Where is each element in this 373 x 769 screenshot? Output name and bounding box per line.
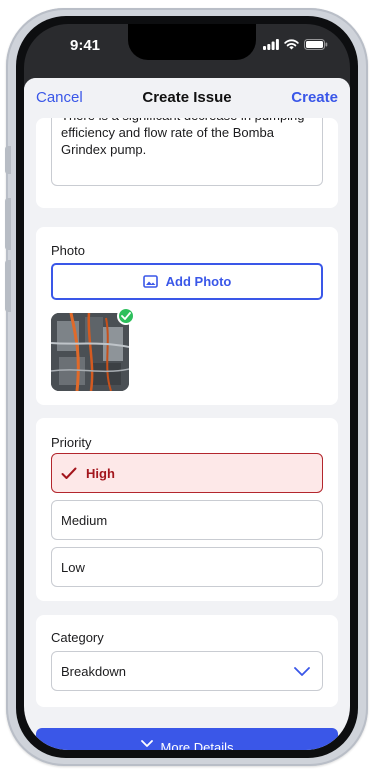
chevron-down-icon xyxy=(294,666,310,676)
mute-switch xyxy=(5,146,11,174)
priority-option-low[interactable]: Low xyxy=(51,547,323,587)
priority-option-label: Low xyxy=(61,559,85,575)
photo-card: Photo Add Photo xyxy=(36,227,338,405)
photo-thumbnail[interactable] xyxy=(51,313,129,391)
image-icon xyxy=(142,275,158,288)
photo-label: Photo xyxy=(51,243,85,258)
pump-photo xyxy=(51,313,129,391)
add-photo-button[interactable]: Add Photo xyxy=(51,263,323,300)
create-button[interactable]: Create xyxy=(291,89,338,106)
priority-option-medium[interactable]: Medium xyxy=(51,500,323,540)
description-text: There is a significant decrease in pumpi… xyxy=(61,118,305,157)
nav-bar: Cancel Create Issue Create xyxy=(24,78,350,118)
add-photo-label: Add Photo xyxy=(165,274,232,289)
more-details-button[interactable]: More Details xyxy=(36,728,338,750)
more-details-label: More Details xyxy=(160,740,234,750)
check-circle-icon xyxy=(117,307,135,325)
volume-up-button xyxy=(5,198,11,250)
priority-option-label: Medium xyxy=(61,512,108,528)
status-bar: 9:41 xyxy=(24,24,350,72)
priority-card: Priority High Medium Low xyxy=(36,418,338,601)
priority-option-label: High xyxy=(86,465,115,481)
dynamic-island xyxy=(128,24,256,60)
volume-down-button xyxy=(5,260,11,312)
battery-icon xyxy=(304,39,328,50)
status-icons xyxy=(263,39,328,50)
description-card: There is a significant decrease in pumpi… xyxy=(36,118,338,208)
create-issue-sheet: Cancel Create Issue Create There is a si… xyxy=(24,78,350,750)
category-card: Category Breakdown xyxy=(36,615,338,707)
priority-option-high[interactable]: High xyxy=(51,453,323,493)
checkmark-icon xyxy=(61,467,77,479)
wifi-icon xyxy=(284,39,299,50)
phone-bezel: 9:41 Cancel Create Issue Create efficien… xyxy=(16,16,358,758)
signal-icon xyxy=(263,39,279,50)
category-select[interactable]: Breakdown xyxy=(51,651,323,691)
chevron-down-icon xyxy=(140,740,153,747)
category-label: Category xyxy=(51,630,104,645)
priority-label: Priority xyxy=(51,435,92,450)
description-textarea[interactable]: There is a significant decrease in pumpi… xyxy=(51,118,323,186)
category-value: Breakdown xyxy=(61,663,127,679)
phone-frame: 9:41 Cancel Create Issue Create efficien… xyxy=(5,8,368,766)
phone-screen: 9:41 Cancel Create Issue Create efficien… xyxy=(24,24,350,750)
status-time: 9:41 xyxy=(70,37,101,54)
